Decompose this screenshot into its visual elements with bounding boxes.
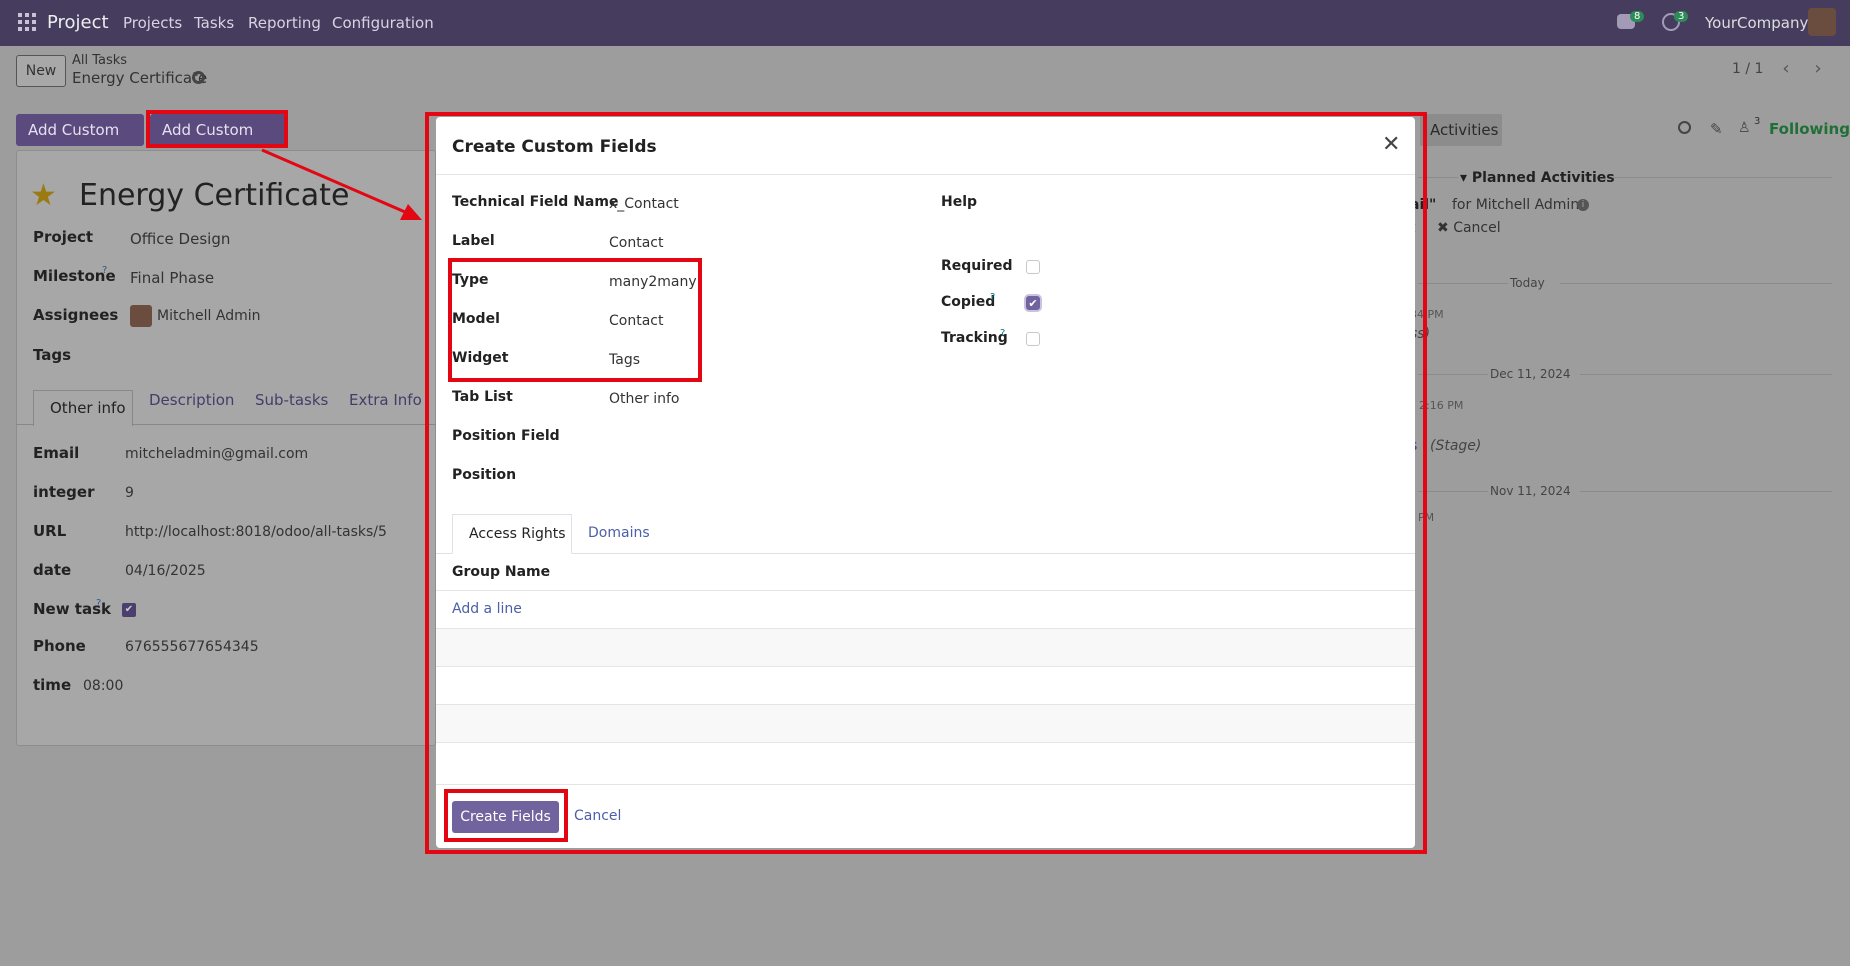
assignees-label: Assignees <box>33 306 119 324</box>
today-divider-left <box>1418 283 1508 284</box>
dec-divider-right <box>1580 374 1832 375</box>
menu-projects[interactable]: Projects <box>123 14 182 32</box>
tab-description[interactable]: Description <box>149 391 234 409</box>
today-divider-right <box>1560 283 1832 284</box>
new-task-checkbox[interactable]: ✔ <box>122 603 136 617</box>
milestone-help-icon: ? <box>102 265 108 276</box>
highlight-type-model-widget <box>448 258 702 382</box>
menu-tasks[interactable]: Tasks <box>194 14 234 32</box>
priority-star-icon[interactable]: ★ <box>30 178 57 213</box>
date-label: date <box>33 561 72 579</box>
info-icon[interactable]: i <box>1577 199 1589 211</box>
pager-previous-icon[interactable]: ‹ <box>1772 56 1800 84</box>
attachment-icon[interactable]: ✎ <box>1710 120 1723 138</box>
app-name[interactable]: Project <box>47 12 109 33</box>
nov-divider-right <box>1580 491 1832 492</box>
url-value[interactable]: http://localhost:8018/odoo/all-tasks/5 <box>125 524 387 540</box>
user-avatar[interactable] <box>1808 8 1836 36</box>
dec-divider-left <box>1418 374 1488 375</box>
assignee-value[interactable]: Mitchell Admin <box>157 308 261 324</box>
message-stage: (Stage) <box>1430 438 1482 454</box>
integer-value[interactable]: 9 <box>125 485 134 501</box>
pager-next-icon[interactable]: › <box>1804 56 1832 84</box>
followers-count: 3 <box>1754 116 1761 127</box>
tab-extra-info[interactable]: Extra Info <box>349 391 422 409</box>
pager-value[interactable]: 1 / 1 <box>1732 61 1763 77</box>
project-label: Project <box>33 228 94 246</box>
highlight-dialog <box>425 112 1427 854</box>
followers-icon[interactable]: ♙ <box>1738 120 1751 136</box>
time-value[interactable]: 08:00 <box>83 678 123 694</box>
company-switcher[interactable]: YourCompany <box>1705 14 1808 32</box>
phone-value[interactable]: 676555677654345 <box>125 639 259 655</box>
add-custom-tab-button[interactable]: Add Custom Tab <box>16 114 144 171</box>
apps-menu-icon[interactable] <box>18 13 36 31</box>
date-nov-11: Nov 11, 2024 <box>1490 484 1571 498</box>
date-value[interactable]: 04/16/2025 <box>125 563 206 579</box>
time-label: time <box>33 676 72 694</box>
search-icon[interactable] <box>1678 121 1691 134</box>
email-label: Email <box>33 444 80 462</box>
menu-configuration[interactable]: Configuration <box>332 14 434 32</box>
new-button[interactable]: New <box>16 55 66 87</box>
integer-label: integer <box>33 483 95 501</box>
breadcrumb-current: Energy Certificate <box>72 69 208 87</box>
messages-badge: 8 <box>1630 11 1645 22</box>
menu-reporting[interactable]: Reporting <box>248 14 321 32</box>
assignee-avatar <box>130 305 152 327</box>
new-task-help-icon: ? <box>96 598 102 609</box>
url-label: URL <box>33 522 67 540</box>
tab-other-info[interactable]: Other info <box>33 390 133 426</box>
breadcrumb-all-tasks[interactable]: All Tasks <box>72 53 127 68</box>
activities-button[interactable]: Activities <box>1420 114 1502 146</box>
following-button[interactable]: Following <box>1769 120 1850 138</box>
phone-label: Phone <box>33 637 86 655</box>
activities-badge: 3 <box>1674 11 1689 22</box>
activity-cancel[interactable]: ✖ Cancel <box>1437 220 1501 236</box>
nov-divider-left <box>1418 491 1488 492</box>
highlight-create-fields <box>444 789 568 842</box>
task-title[interactable]: Energy Certificate <box>79 178 349 213</box>
tags-label: Tags <box>33 346 72 364</box>
planned-divider-right <box>1612 177 1832 178</box>
gear-icon[interactable] <box>192 71 205 84</box>
date-today: Today <box>1510 276 1545 290</box>
date-dec-11: Dec 11, 2024 <box>1490 367 1571 381</box>
highlight-add-custom-field <box>146 110 288 148</box>
activity-for-user: for Mitchell Admin <box>1452 197 1580 213</box>
email-value[interactable]: mitcheladmin@gmail.com <box>125 446 308 462</box>
project-value[interactable]: Office Design <box>130 230 230 248</box>
tab-sub-tasks[interactable]: Sub-tasks <box>255 391 328 409</box>
milestone-value[interactable]: Final Phase <box>130 269 214 287</box>
planned-activities-toggle[interactable]: ▾ Planned Activities <box>1460 170 1615 186</box>
